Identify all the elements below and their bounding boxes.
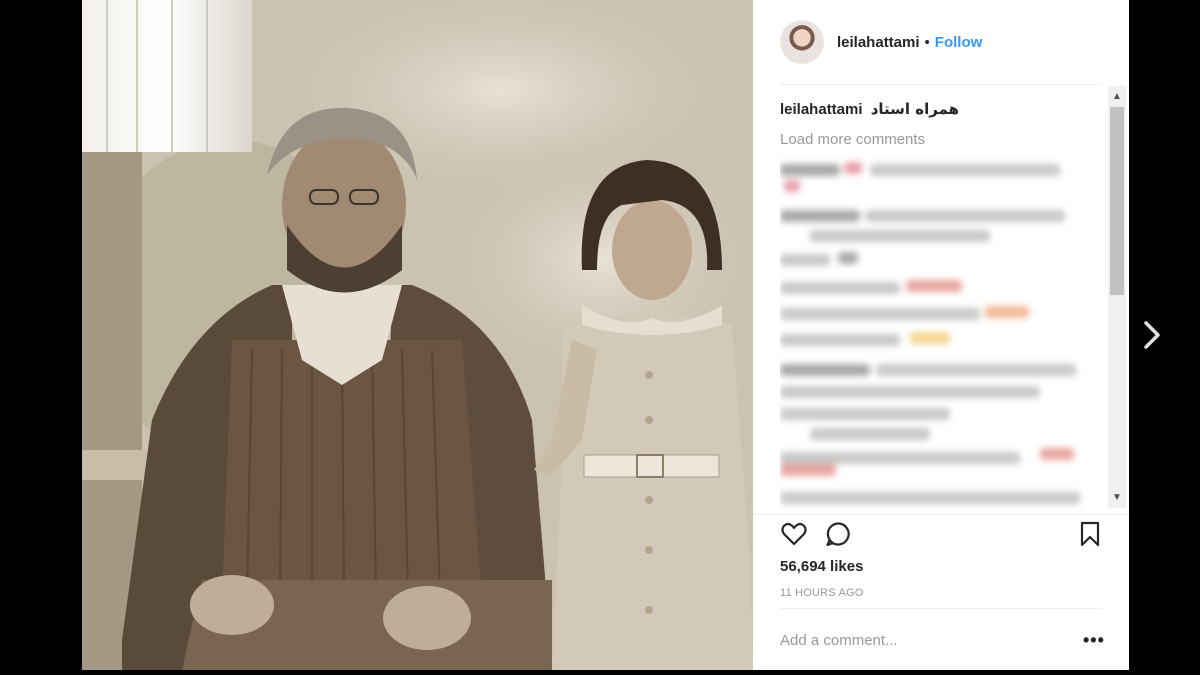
next-post-button[interactable] [1138, 318, 1166, 352]
post-details-panel: leilahattami • Follow leilahattami همراه… [753, 0, 1129, 670]
heart-outline-icon [781, 522, 807, 546]
caption-username[interactable]: leilahattami [780, 101, 863, 118]
more-options-button[interactable]: ••• [1083, 630, 1105, 651]
load-more-comments-link[interactable]: Load more comments [780, 131, 925, 148]
header-divider [780, 84, 1102, 85]
triangle-down-icon[interactable]: ▼ [1108, 489, 1126, 506]
save-button[interactable] [1076, 520, 1104, 548]
scroll-thumb[interactable] [1110, 107, 1124, 295]
post-photo[interactable] [82, 0, 753, 670]
comment-divider [780, 608, 1102, 609]
post-actions [780, 520, 1102, 550]
comment-button[interactable] [824, 520, 852, 548]
comments-list[interactable]: leilahattami همراه استاد Load more comme… [780, 86, 1106, 514]
caption-text: همراه استاد [870, 100, 960, 118]
bookmark-icon [1080, 521, 1100, 547]
triangle-up-icon[interactable]: ▲ [1108, 88, 1126, 105]
add-comment-input[interactable]: Add a comment... [780, 632, 1070, 650]
follow-button[interactable]: Follow [935, 34, 983, 51]
likes-count[interactable]: 56,694 likes [780, 558, 863, 575]
post-timestamp: 11 HOURS AGO [780, 587, 864, 599]
comments-scrollbar[interactable]: ▲ ▼ [1108, 86, 1126, 508]
caption: leilahattami همراه استاد [780, 100, 959, 118]
like-button[interactable] [780, 520, 808, 548]
blurred-comments [780, 158, 1106, 514]
speech-bubble-icon [826, 522, 850, 547]
post-header: leilahattami • Follow [753, 0, 1129, 84]
actions-divider [753, 514, 1129, 515]
chevron-right-icon [1144, 321, 1160, 349]
header-username[interactable]: leilahattami [837, 34, 920, 51]
avatar[interactable] [780, 20, 824, 64]
sepia-portrait-image [82, 0, 753, 670]
header-separator: • [924, 33, 930, 51]
